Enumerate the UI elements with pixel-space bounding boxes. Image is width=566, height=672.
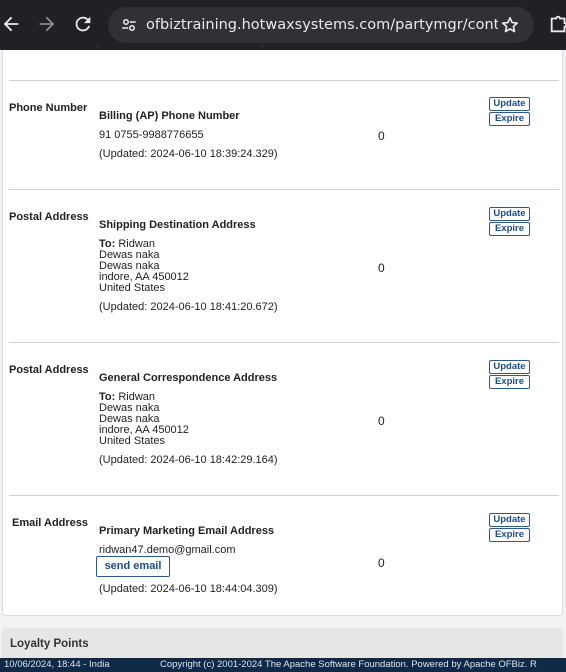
contact-purpose: Shipping Destination Address (99, 219, 256, 231)
row-divider (9, 80, 559, 81)
send-email-button[interactable]: send email (96, 556, 170, 577)
expire-button[interactable]: Expire (489, 112, 530, 126)
back-icon[interactable] (0, 13, 22, 35)
site-settings-icon[interactable] (120, 16, 138, 34)
bookmark-star-icon[interactable] (500, 15, 520, 35)
row-divider (9, 495, 559, 496)
update-button[interactable]: Update (489, 97, 530, 111)
expire-button[interactable]: Expire (489, 222, 530, 236)
update-button[interactable]: Update (489, 207, 530, 221)
address-bar[interactable]: ofbiztraining.hotwaxsystems.com/partymgr… (108, 7, 534, 43)
contact-type-label: Phone Number (9, 102, 88, 114)
email-address[interactable]: ridwan47.demo@gmail.com (99, 545, 236, 556)
page-footer: 10/06/2024, 18:44 - India Copyright (c) … (0, 658, 566, 672)
contact-purpose: Primary Marketing Email Address (99, 525, 275, 537)
url-text[interactable]: ofbiztraining.hotwaxsystems.com/partymgr… (146, 16, 498, 34)
row-divider (9, 189, 559, 190)
contact-count: 0 (378, 556, 385, 570)
updated-timestamp: (Updated: 2024-06-10 18:44:04.309) (99, 583, 278, 595)
row-divider (9, 342, 559, 343)
contact-type-label: Postal Address (9, 211, 89, 223)
update-button[interactable]: Update (489, 513, 530, 527)
footer-copyright: Copyright (c) 2001-2024 The Apache Softw… (160, 659, 537, 670)
loyalty-points-section[interactable]: Loyalty Points (2, 628, 563, 660)
contact-count: 0 (378, 414, 385, 428)
address-line: United States (99, 282, 166, 294)
reload-icon[interactable] (72, 13, 94, 35)
update-button[interactable]: Update (489, 360, 530, 374)
contact-type-label: Email Address (12, 517, 89, 529)
contact-info-panel: Phone Number Billing (AP) Phone Number 9… (2, 44, 563, 616)
address-line: United States (99, 435, 166, 447)
updated-timestamp: (Updated: 2024-06-10 18:42:29.164) (99, 454, 278, 466)
contact-type-label: Postal Address (9, 364, 89, 376)
expire-button[interactable]: Expire (489, 528, 530, 542)
browser-toolbar: ofbiztraining.hotwaxsystems.com/partymgr… (0, 0, 566, 50)
expire-button[interactable]: Expire (489, 375, 530, 389)
updated-timestamp: (Updated: 2024-06-10 18:41:20.672) (99, 301, 278, 313)
extensions-icon[interactable] (548, 13, 566, 35)
section-title: Loyalty Points (10, 638, 89, 650)
updated-timestamp: (Updated: 2024-06-10 18:39:24.329) (99, 148, 278, 160)
contact-purpose: Billing (AP) Phone Number (99, 110, 240, 122)
contact-count: 0 (378, 129, 385, 143)
footer-datetime: 10/06/2024, 18:44 - India (4, 659, 110, 670)
previous-row-fragment (97, 44, 267, 52)
page-content: Phone Number Billing (AP) Phone Number 9… (0, 44, 566, 660)
phone-number: 91 0755-9988776655 (99, 129, 204, 141)
forward-icon[interactable] (36, 13, 58, 35)
contact-count: 0 (378, 261, 385, 275)
contact-purpose: General Correspondence Address (99, 372, 278, 384)
